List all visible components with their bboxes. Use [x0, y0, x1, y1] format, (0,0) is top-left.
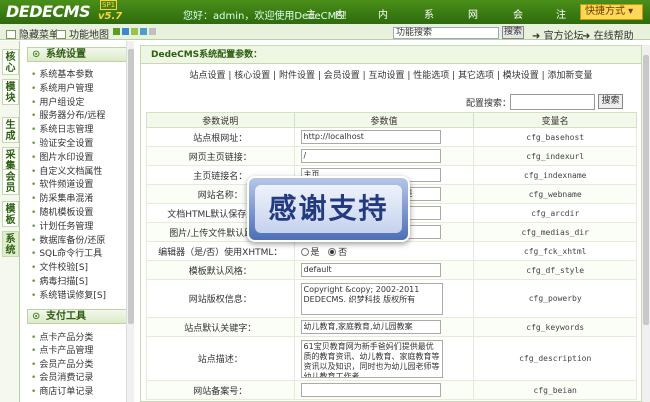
- help-icon: ➜: [582, 31, 591, 42]
- sidebar-item[interactable]: 图片水印设置: [31, 150, 93, 163]
- table-row: 网站备案号： cfg_beian: [146, 380, 637, 400]
- sidebar-item[interactable]: 计划任务管理: [31, 219, 93, 232]
- logo: DEDECMS: [6, 2, 91, 21]
- sidebar-scrollbar[interactable]: [126, 41, 134, 402]
- hide-menu-button[interactable]: 隐藏菜单: [6, 26, 59, 41]
- powerby-textarea[interactable]: Copyright &copy; 2002-2011 DEDECMS. 织梦科技…: [300, 282, 443, 315]
- vtab-core[interactable]: 核心: [2, 49, 19, 75]
- map-icon: [56, 30, 66, 39]
- sp-badge: SP1: [100, 0, 118, 10]
- thanks-overlay: 感谢支持: [247, 176, 410, 242]
- panel-title: DedeCMS系统配置参数：: [141, 46, 641, 64]
- table-row: 网站版权信息： Copyright &copy; 2002-2011 DEDEC…: [146, 279, 637, 318]
- table-row: 站点默认关键字： 幼儿教育,家庭教育,幼儿园教案 cfg_keywords: [146, 317, 637, 337]
- xhtml-yes-radio[interactable]: [300, 247, 309, 256]
- sidebar-item[interactable]: 病毒扫描[S]: [31, 274, 88, 287]
- sidebar-item[interactable]: 系统基本参数: [31, 67, 93, 80]
- sidebar-item[interactable]: 验证安全设置: [31, 136, 93, 149]
- sidebar-item[interactable]: 软件频道设置: [31, 177, 93, 190]
- vtab-member[interactable]: 会员: [2, 169, 19, 195]
- sidebar-item[interactable]: 文件校验[S]: [31, 260, 88, 273]
- top-header: DEDECMS SP1 v5.7 您好：admin，欢迎使用DedeCMS！ 主…: [0, 0, 650, 66]
- config-search-button[interactable]: 搜索: [598, 94, 623, 109]
- thanks-text: 感谢支持: [255, 185, 402, 233]
- feature-search-input[interactable]: 功能搜索: [393, 27, 499, 39]
- col-description: 参数说明: [146, 112, 295, 128]
- sidebar-item[interactable]: 数据库备份/还原: [31, 233, 105, 246]
- sidebar-item[interactable]: 会员消费记录: [31, 370, 93, 383]
- table-row: 编辑器（是/否）使用XHTML： 是 否 cfg_fck_xhtml: [146, 241, 637, 261]
- vertical-tabs: 核心 模块 生成 采集 会员 模板 系统: [0, 41, 20, 402]
- vtab-system[interactable]: 系统: [2, 231, 19, 257]
- col-value: 参数值: [293, 112, 475, 128]
- keywords-input[interactable]: 幼儿教育,家庭教育,幼儿园教案: [300, 320, 441, 334]
- skin-blue-swatch[interactable]: [122, 28, 129, 35]
- forum-icon: ➜: [532, 31, 541, 42]
- col-variable: 变量名: [473, 112, 637, 128]
- sidebar-item[interactable]: 系统用户管理: [31, 81, 93, 94]
- skin-gray-swatch[interactable]: [149, 28, 156, 35]
- version-label: v5.7: [98, 11, 123, 22]
- sidebar-item[interactable]: 商店订单记录: [31, 384, 93, 397]
- skin-green-swatch[interactable]: [113, 28, 120, 35]
- description-textarea[interactable]: 61宝贝教育网为新手爸妈们提供最优质的教育资讯、幼儿教育、家庭教育等资讯以及知识…: [300, 339, 443, 378]
- sidebar-group-system[interactable]: 系统设置: [27, 47, 127, 62]
- table-row: 站点根网址： http://localhost cfg_basehost: [146, 127, 637, 147]
- vtab-module[interactable]: 模块: [2, 79, 19, 105]
- welcome-text: 您好：admin，欢迎使用DedeCMS！: [183, 11, 353, 22]
- sidebar-item[interactable]: 点卡产品分类: [31, 330, 93, 343]
- sidebar-item[interactable]: 会员产品分类: [31, 357, 93, 370]
- beian-input[interactable]: [300, 383, 441, 397]
- skin-cyan-swatch[interactable]: [140, 28, 147, 35]
- sidebar-item[interactable]: 防采集串混淆: [31, 191, 93, 204]
- vtab-template[interactable]: 模板: [2, 201, 19, 227]
- forum-link[interactable]: ➜ 官方论坛: [532, 27, 584, 42]
- main-scrollbar[interactable]: [642, 45, 650, 402]
- table-row: 站点描述： 61宝贝教育网为新手爸妈们提供最优质的教育资讯、幼儿教育、家庭教育等…: [146, 336, 637, 381]
- sidebar-item[interactable]: 系统日志管理: [31, 122, 93, 135]
- table-row: 模板默认风格： default cfg_df_style: [146, 260, 637, 280]
- config-search-label: 配置搜索：: [466, 99, 512, 109]
- sidebar-item[interactable]: 自定义文档属性: [31, 164, 102, 177]
- quick-menu-button[interactable]: 快捷方式 ▾: [580, 4, 643, 20]
- sidebar-menu: 系统设置 系统基本参数系统用户管理用户组设定服务器分布/远程系统日志管理验证安全…: [21, 41, 127, 402]
- sidebar-item[interactable]: 服务器分布/远程: [31, 108, 105, 121]
- help-link[interactable]: ➜ 在线帮助: [582, 27, 634, 42]
- skin-lime-swatch[interactable]: [131, 28, 138, 35]
- sidebar-item[interactable]: 点卡产品管理: [31, 343, 93, 356]
- main-scroll-thumb[interactable]: [643, 55, 649, 325]
- config-table: 参数说明 参数值 变量名 站点根网址： http://localhost cfg…: [146, 112, 637, 400]
- df-style-input[interactable]: default: [300, 263, 441, 277]
- sidebar-scroll-thumb[interactable]: [128, 49, 134, 324]
- feature-search-button[interactable]: 搜索: [502, 26, 524, 39]
- table-row: 网页主页链接： / cfg_indexurl: [146, 146, 637, 166]
- hide-menu-icon: [6, 30, 16, 39]
- sidebar-item[interactable]: SQL命令行工具: [31, 246, 102, 259]
- indexurl-input[interactable]: /: [300, 149, 441, 163]
- sidebar-item[interactable]: 用户组设定: [31, 95, 84, 108]
- sidebar-item[interactable]: 系统错误修复[S]: [31, 288, 106, 301]
- config-search: 配置搜索： 搜索: [141, 93, 641, 111]
- feature-map-button[interactable]: 功能地图: [56, 26, 109, 41]
- config-search-input[interactable]: [510, 94, 595, 110]
- xhtml-no-radio[interactable]: [328, 247, 337, 256]
- config-tabs[interactable]: 站点设置 | 核心设置 | 附件设置 | 会员设置 | 互动设置 | 性能选项 …: [141, 68, 641, 84]
- vtab-generate[interactable]: 生成: [2, 117, 19, 143]
- sidebar-item[interactable]: 随机模板设置: [31, 205, 93, 218]
- sidebar-group-payment[interactable]: 支付工具: [27, 309, 127, 324]
- basehost-input[interactable]: http://localhost: [300, 130, 441, 144]
